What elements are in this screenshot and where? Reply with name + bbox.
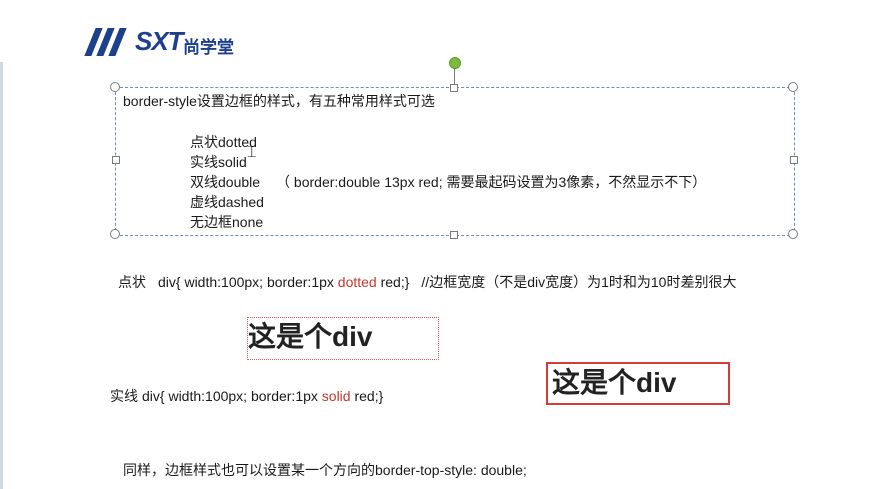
resize-handle-bl[interactable] — [110, 229, 120, 239]
brand-name: 尚学堂 — [183, 38, 234, 57]
footer-note: 同样，边框样式也可以设置某一个方向的border-top-style: doub… — [123, 462, 527, 478]
resize-handle-tl[interactable] — [110, 82, 120, 92]
style-item-solid: 实线solid — [190, 154, 247, 170]
style-item-double: 双线double （ border:double 13px red; 需要最起码设… — [190, 174, 707, 190]
logo-stripes-icon — [84, 28, 130, 56]
double-note: （ border:double 13px red; 需要最起码设置为3像素，不然… — [276, 174, 707, 190]
dotted-code-line: 点状 div{ width:100px; border:1px dotted re… — [118, 274, 737, 290]
resize-handle-br[interactable] — [788, 229, 798, 239]
style-item-none: 无边框none — [190, 214, 264, 230]
solid-code-line: 实线 div{ width:100px; border:1px solid red… — [110, 388, 384, 404]
demo-solid-div: 这是个div — [546, 362, 730, 405]
brand-logo: SXT — [135, 26, 184, 56]
textbox-title: border-style设置边框的样式，有五种常用样式可选 — [123, 93, 435, 109]
rotation-handle[interactable] — [449, 57, 461, 69]
resize-handle-bottom[interactable] — [450, 231, 458, 239]
header-bar: SXT 尚学堂 — [0, 0, 875, 62]
dotted-comment: //边框宽度（不是div宽度）为1时和为10时差别很大 — [421, 274, 737, 290]
resize-handle-tr[interactable] — [788, 82, 798, 92]
resize-handle-top[interactable] — [450, 84, 458, 92]
left-rule — [0, 62, 3, 489]
resize-handle-left[interactable] — [112, 156, 120, 164]
text-cursor-icon: ⌶ — [247, 144, 257, 161]
style-item-dashed: 虚线dashed — [190, 194, 264, 210]
demo-dotted-div: 这是个div — [247, 317, 439, 360]
resize-handle-right[interactable] — [790, 156, 798, 164]
